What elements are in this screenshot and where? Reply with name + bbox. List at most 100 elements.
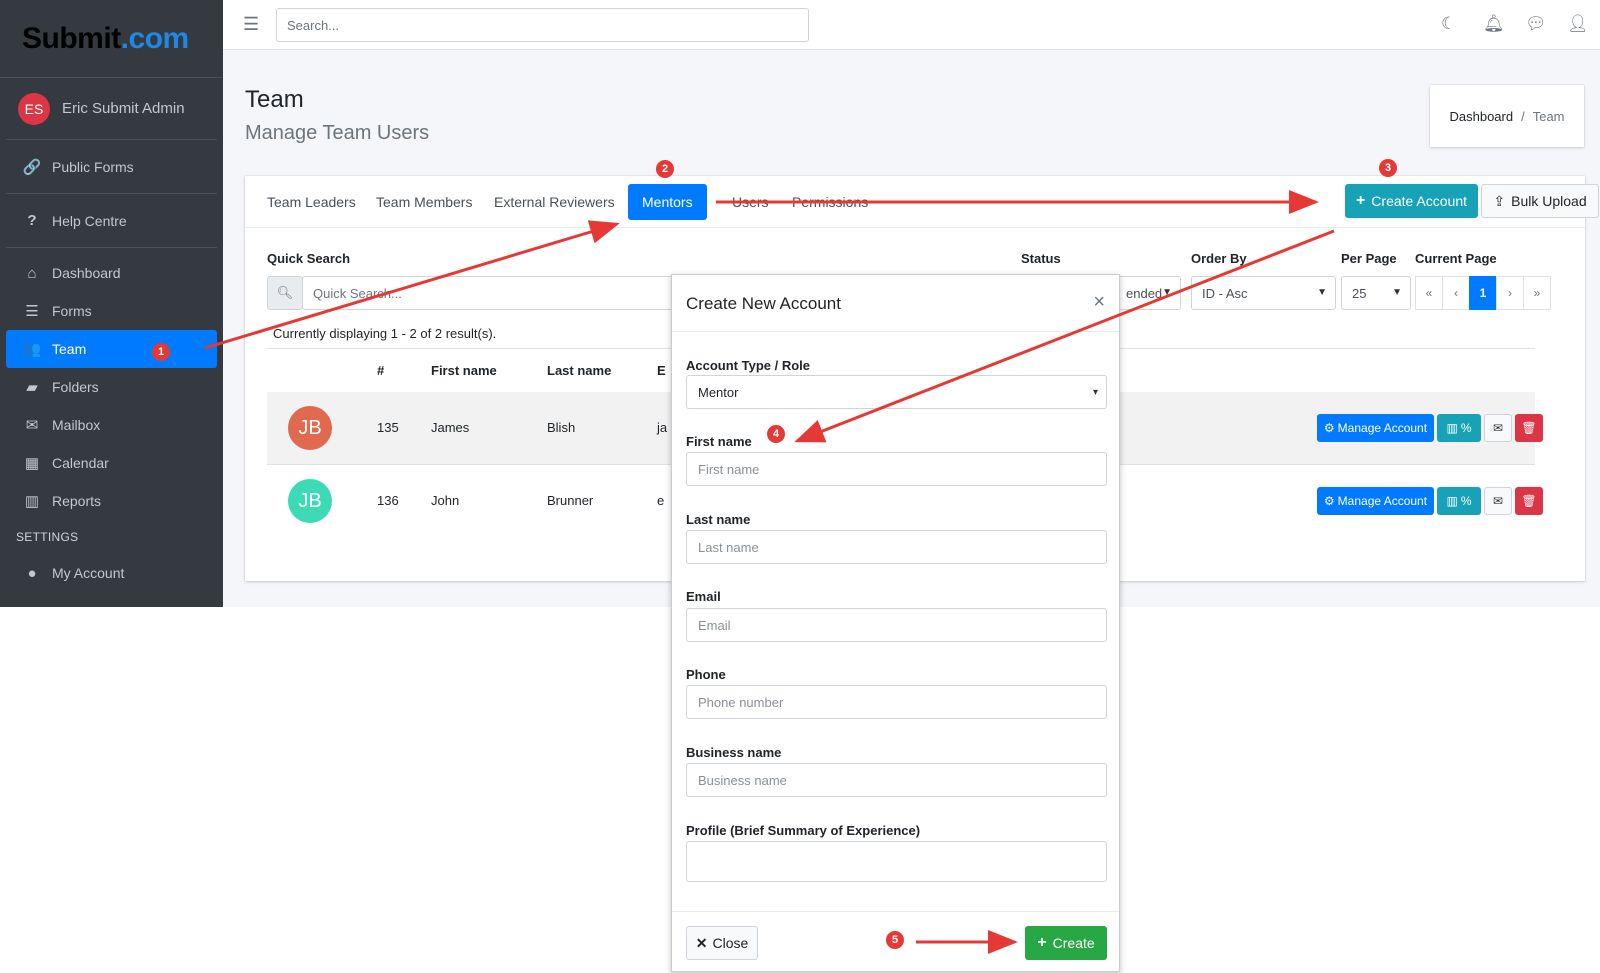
sidebar-item-public-forms[interactable]: 🔗 Public Forms <box>6 140 217 193</box>
sidebar-item-team[interactable]: 👥 Team <box>6 330 217 368</box>
page-1[interactable]: 1 <box>1469 276 1497 310</box>
envelope-icon: ✉ <box>1492 494 1504 508</box>
page-last[interactable]: » <box>1523 276 1551 310</box>
create-button[interactable]: + Create <box>1025 926 1107 960</box>
envelope-icon: ✉ <box>25 417 39 434</box>
phone-field[interactable]: Phone number <box>686 685 1107 719</box>
gear-icon: ⚙ <box>1323 421 1335 435</box>
search-icon: 🔍︎ <box>267 276 303 310</box>
sidebar-item-label: Calendar <box>52 455 109 471</box>
sidebar-item-label: Mailbox <box>52 417 101 433</box>
delete-button[interactable]: 🗑︎ <box>1515 487 1543 515</box>
manage-account-button[interactable]: ⚙ Manage Account <box>1317 414 1434 442</box>
trash-icon: 🗑︎ <box>1521 494 1537 508</box>
brand-logo[interactable]: Submit .com <box>0 0 223 78</box>
close-icon: ✕ <box>695 934 708 951</box>
status-select[interactable]: ended ▼ <box>1115 276 1181 310</box>
tab-external-reviewers[interactable]: External Reviewers <box>480 184 629 220</box>
close-button[interactable]: ✕ Close <box>686 926 758 960</box>
tab-users[interactable]: Users <box>718 184 783 220</box>
annotation-badge-1: 1 <box>152 343 170 361</box>
chart-icon: ▥ <box>24 493 40 510</box>
page-next[interactable]: › <box>1496 276 1524 310</box>
per-page-select[interactable]: 25 ▼ <box>1341 276 1411 310</box>
profile-label: Profile (Brief Summary of Experience) <box>686 823 921 838</box>
user-panel[interactable]: ES Eric Submit Admin <box>6 78 217 140</box>
sidebar-item-folders[interactable]: ▰ Folders <box>6 368 217 406</box>
result-count: Currently displaying 1 - 2 of 2 result(s… <box>273 326 497 341</box>
stats-button[interactable]: ▥% <box>1437 414 1481 442</box>
pagination: « ‹ 1 › » <box>1415 276 1551 310</box>
close-button-label: Close <box>712 935 749 951</box>
annotation-badge-3: 3 <box>1379 159 1397 177</box>
breadcrumb-current: Team <box>1532 108 1565 124</box>
last-name-field[interactable]: Last name <box>686 530 1107 564</box>
chevron-down-icon: ▼ <box>1392 287 1402 298</box>
role-select[interactable]: Mentor ▾ <box>686 375 1107 409</box>
bulk-upload-button[interactable]: ⇪ Bulk Upload <box>1481 184 1599 218</box>
moon-icon[interactable]: ☾ <box>1441 14 1456 34</box>
tab-team-members[interactable]: Team Members <box>362 184 486 220</box>
quick-search-input[interactable]: Quick Search... <box>302 276 702 310</box>
envelope-icon: ✉ <box>1492 421 1504 435</box>
sidebar-item-reports[interactable]: ▥ Reports <box>6 482 217 520</box>
delete-button[interactable]: 🗑︎ <box>1515 414 1543 442</box>
page-prev[interactable]: ‹ <box>1442 276 1470 310</box>
settings-header: SETTINGS <box>16 530 79 544</box>
tab-team-leaders[interactable]: Team Leaders <box>253 184 370 220</box>
user-avatar: ES <box>18 92 50 125</box>
first-name-field[interactable]: First name <box>686 452 1107 486</box>
cell-last-name: Blish <box>547 420 576 435</box>
modal-header: Create New Account × <box>672 275 1119 332</box>
bulk-upload-label: Bulk Upload <box>1511 193 1587 209</box>
role-value: Mentor <box>698 384 739 400</box>
order-by-select[interactable]: ID - Asc ▼ <box>1191 276 1336 310</box>
sidebar-item-label: My Account <box>52 565 125 581</box>
bell-icon[interactable]: 🔔︎ <box>1483 14 1505 34</box>
create-account-button[interactable]: + Create Account <box>1345 184 1478 218</box>
topbar: ☰ Search... ☾ 🔔︎ 💬︎ 👤︎ <box>223 0 1600 50</box>
modal-title: Create New Account <box>686 294 841 313</box>
list-icon: ☰ <box>25 303 39 320</box>
chat-icon[interactable]: 💬︎ <box>1525 14 1547 34</box>
cell-last-name: Brunner <box>547 493 594 508</box>
profile-textarea[interactable] <box>686 841 1107 882</box>
email-button[interactable]: ✉ <box>1484 487 1512 515</box>
close-icon[interactable]: × <box>1093 291 1105 314</box>
breadcrumb-home[interactable]: Dashboard <box>1449 109 1513 124</box>
email-button[interactable]: ✉ <box>1484 414 1512 442</box>
per-page-label: Per Page <box>1341 251 1397 266</box>
sidebar-item-calendar[interactable]: ▦ Calendar <box>6 444 217 482</box>
chart-icon: ▥ <box>1446 494 1458 508</box>
sidebar-item-label: Help Centre <box>52 212 127 229</box>
sidebar-item-help-centre[interactable]: ? Help Centre <box>6 194 217 247</box>
th-last-name: Last name <box>547 363 612 378</box>
search-input[interactable]: Search... <box>276 8 809 42</box>
brand-part2: .com <box>120 21 190 55</box>
chevron-down-icon: ▼ <box>1162 287 1172 298</box>
tab-permissions[interactable]: Permissions <box>778 184 882 220</box>
user-icon[interactable]: 👤︎ <box>1567 14 1589 34</box>
tab-mentors[interactable]: Mentors <box>628 184 707 220</box>
manage-account-label: Manage Account <box>1337 494 1428 508</box>
sidebar-item-my-account[interactable]: ● My Account <box>6 554 217 592</box>
sidebar-item-dashboard[interactable]: ⌂ Dashboard <box>6 254 217 292</box>
business-name-field[interactable]: Business name <box>686 763 1107 797</box>
sidebar-item-forms[interactable]: ☰ Forms <box>6 292 217 330</box>
calendar-icon: ▦ <box>24 455 40 472</box>
th-email: E <box>657 363 666 378</box>
chart-icon: ▥ <box>1446 421 1458 435</box>
avatar: JB <box>288 406 332 450</box>
sidebar-item-label: Forms <box>52 303 92 319</box>
order-by-label: Order By <box>1191 251 1247 266</box>
cell-first-name: James <box>431 420 470 435</box>
manage-account-button[interactable]: ⚙ Manage Account <box>1317 487 1434 515</box>
annotation-badge-5: 5 <box>886 931 904 949</box>
email-field[interactable]: Email <box>686 608 1107 642</box>
order-by-value: ID - Asc <box>1202 285 1248 301</box>
hamburger-menu-icon[interactable]: ☰ <box>243 14 259 35</box>
page-first[interactable]: « <box>1415 276 1443 310</box>
home-icon: ⌂ <box>27 264 37 282</box>
stats-button[interactable]: ▥% <box>1437 487 1481 515</box>
sidebar-item-mailbox[interactable]: ✉ Mailbox <box>6 406 217 444</box>
